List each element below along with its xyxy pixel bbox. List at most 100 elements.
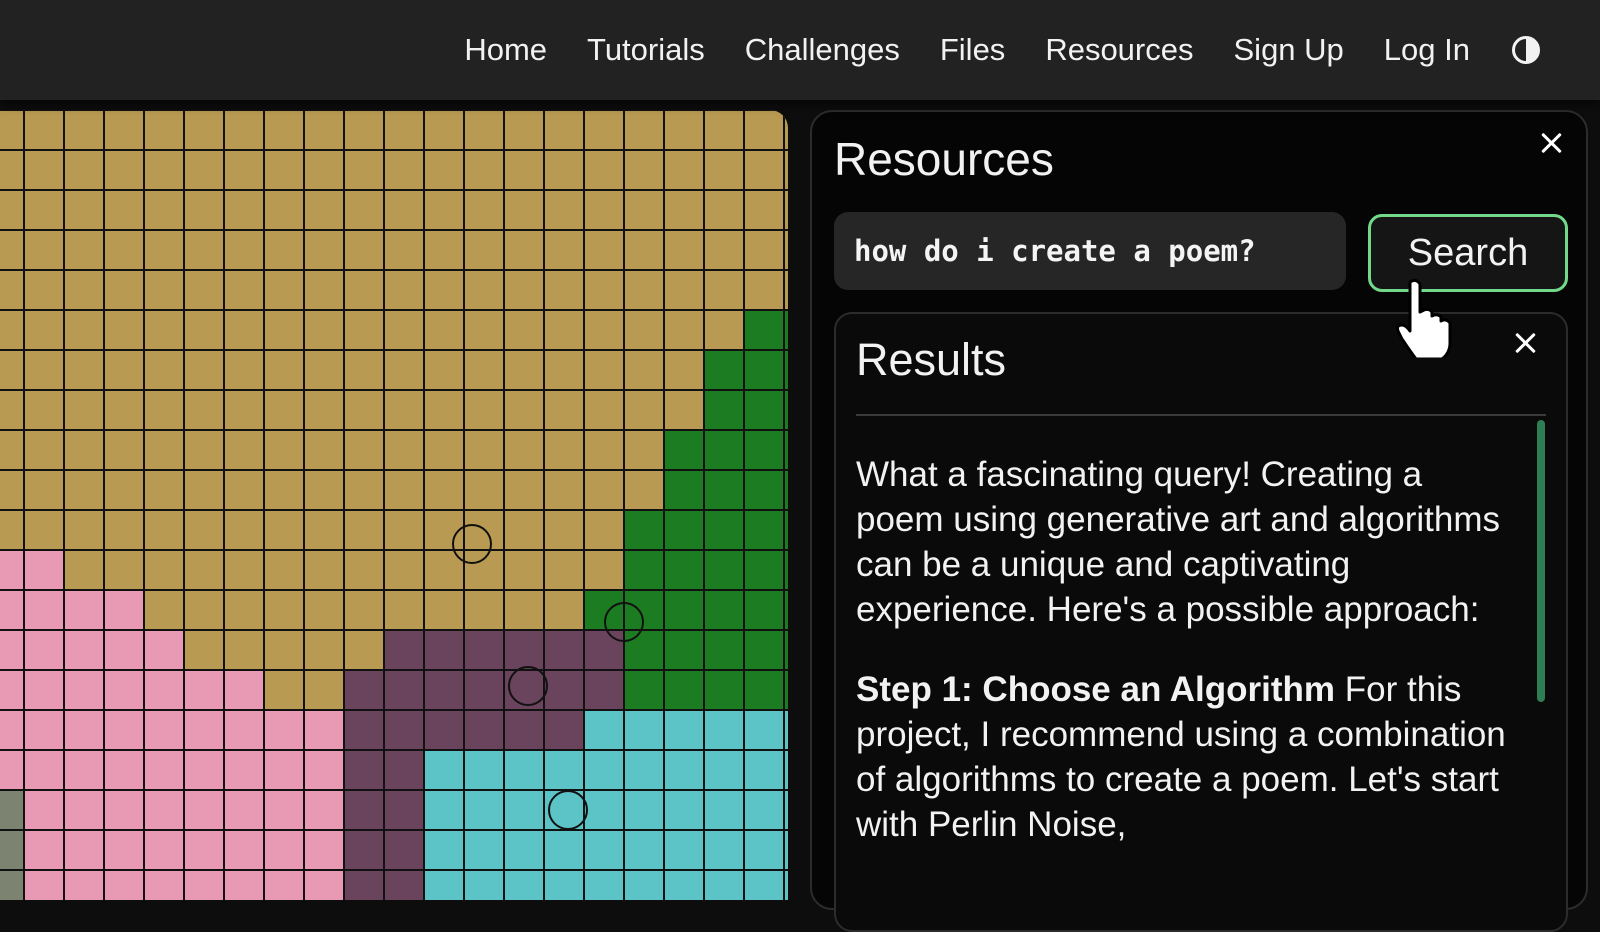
grid-cell — [183, 709, 225, 751]
grid-cell — [463, 709, 505, 751]
art-canvas[interactable] — [0, 110, 788, 900]
grid-cell — [343, 709, 385, 751]
grid-cell — [383, 629, 425, 671]
grid-cell — [343, 509, 385, 551]
contrast-icon[interactable] — [1512, 36, 1540, 64]
grid-cell — [23, 149, 65, 191]
grid-cell — [263, 389, 305, 431]
grid-cell — [703, 110, 745, 151]
grid-cell — [23, 869, 65, 900]
grid-cell — [103, 149, 145, 191]
grid-cell — [23, 509, 65, 551]
grid-cell — [743, 269, 785, 311]
grid-cell — [703, 789, 745, 831]
grid-cell — [703, 269, 745, 311]
grid-cell — [743, 110, 785, 151]
grid-cell — [663, 869, 705, 900]
grid-cell — [703, 509, 745, 551]
grid-cell — [0, 229, 25, 271]
grid-cell — [783, 269, 788, 311]
grid-cell — [503, 110, 545, 151]
grid-cell — [183, 309, 225, 351]
grid-cell — [543, 149, 585, 191]
grid-cell — [743, 229, 785, 271]
grid-cell — [183, 229, 225, 271]
grid-cell — [743, 709, 785, 751]
grid-cell — [703, 149, 745, 191]
grid-cell — [783, 589, 788, 631]
grid-cell — [0, 349, 25, 391]
nav-log-in[interactable]: Log In — [1384, 32, 1470, 68]
grid-cell — [423, 669, 465, 711]
grid-cell — [663, 629, 705, 671]
results-intro: What a fascinating query! Creating a poe… — [856, 455, 1500, 629]
grid-cell — [63, 269, 105, 311]
grid-cell — [343, 669, 385, 711]
grid-cell — [263, 869, 305, 900]
grid-cell — [223, 749, 265, 791]
grid-cell — [463, 189, 505, 231]
nav-challenges[interactable]: Challenges — [745, 32, 900, 68]
grid-cell — [343, 549, 385, 591]
grid-cell — [183, 509, 225, 551]
grid-cell — [783, 549, 788, 591]
grid-cell — [663, 149, 705, 191]
grid-cell — [703, 589, 745, 631]
grid-cell — [623, 869, 665, 900]
grid-cell — [743, 509, 785, 551]
grid-cell — [783, 869, 788, 900]
grid-cell — [63, 669, 105, 711]
grid-cell — [423, 749, 465, 791]
nav-files[interactable]: Files — [940, 32, 1005, 68]
grid-cell — [663, 749, 705, 791]
grid-cell — [623, 789, 665, 831]
grid-cell — [423, 349, 465, 391]
grid-cell — [503, 829, 545, 871]
grid-cell — [343, 229, 385, 271]
grid-cell — [583, 349, 625, 391]
close-results-icon[interactable] — [1510, 328, 1540, 358]
grid-cell — [583, 509, 625, 551]
search-input[interactable] — [834, 212, 1346, 290]
nav-home[interactable]: Home — [464, 32, 547, 68]
main-nav: Home Tutorials Challenges Files Resource… — [464, 0, 1540, 100]
grid-cell — [503, 269, 545, 311]
grid-cell — [663, 709, 705, 751]
grid-cell — [0, 309, 25, 351]
grid-cell — [63, 789, 105, 831]
close-panel-icon[interactable] — [1536, 128, 1566, 158]
search-button[interactable]: Search — [1368, 214, 1568, 292]
grid-cell — [303, 229, 345, 271]
grid-cell — [743, 869, 785, 900]
grid-cell — [503, 869, 545, 900]
grid-cell — [183, 829, 225, 871]
grid-cell — [663, 349, 705, 391]
grid-cell — [343, 349, 385, 391]
grid-cell — [103, 709, 145, 751]
grid-cell — [0, 789, 25, 831]
nav-resources[interactable]: Resources — [1045, 32, 1193, 68]
grid-cell — [703, 309, 745, 351]
grid-cell — [103, 829, 145, 871]
grid-cell — [583, 429, 625, 471]
grid-cell — [63, 349, 105, 391]
grid-cell — [23, 669, 65, 711]
grid-cell — [503, 509, 545, 551]
grid-cell — [703, 549, 745, 591]
grid-cell — [303, 349, 345, 391]
nav-sign-up[interactable]: Sign Up — [1234, 32, 1344, 68]
grid-cell — [223, 869, 265, 900]
grid-cell — [143, 869, 185, 900]
results-scrollbar[interactable] — [1537, 420, 1545, 702]
grid-cell — [383, 869, 425, 900]
grid-cell — [423, 149, 465, 191]
grid-cell — [703, 669, 745, 711]
grid-cell — [783, 149, 788, 191]
grid-cell — [0, 149, 25, 191]
grid-cell — [663, 509, 705, 551]
grid-cell — [0, 589, 25, 631]
grid-cell — [303, 110, 345, 151]
grid-cell — [583, 149, 625, 191]
nav-tutorials[interactable]: Tutorials — [587, 32, 705, 68]
grid-cell — [503, 469, 545, 511]
